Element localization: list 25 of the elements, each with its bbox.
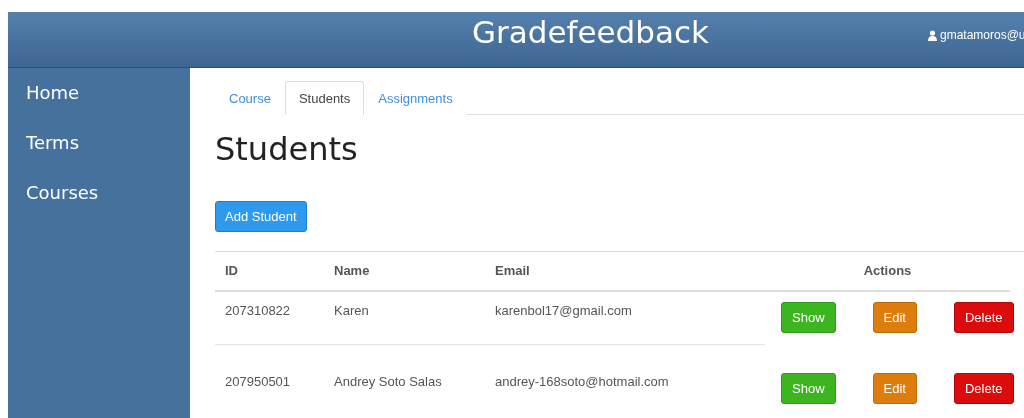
id-cell-text: 207310822 (224, 302, 292, 320)
edit-button[interactable]: Edit (872, 302, 917, 333)
add-student-button[interactable]: Add Student (215, 201, 307, 232)
email-cell-text: karenbol17@gmail.com (494, 302, 633, 320)
name-cell-text: Andrey Soto Salas (333, 373, 443, 391)
app-title: Gradefeedback (472, 14, 709, 50)
tab[interactable]: Students (284, 81, 365, 115)
show-button[interactable]: Show (781, 373, 836, 404)
user-icon (928, 29, 937, 41)
column-header: Email (485, 252, 765, 292)
page-title: Students (215, 129, 359, 169)
delete-button[interactable]: Delete (953, 302, 1014, 333)
sidebar-link[interactable]: Home (8, 78, 190, 108)
user-menu[interactable]: gmatamoros@u (928, 28, 1024, 42)
edit-button[interactable]: Edit (872, 373, 917, 404)
show-button[interactable]: Show (781, 302, 836, 333)
sidebar-link[interactable]: Courses (8, 178, 190, 208)
delete-button[interactable]: Delete (953, 373, 1014, 404)
column-header: Name (324, 252, 485, 292)
column-header: ID (215, 252, 324, 292)
email-cell-text: andrey-168soto@hotmail.com (494, 373, 670, 391)
column-header: Actions (765, 252, 1010, 292)
sidebar-link[interactable]: Terms (8, 128, 190, 158)
name-cell-text: Karen (333, 302, 370, 320)
id-cell-text: 207950501 (224, 373, 292, 391)
